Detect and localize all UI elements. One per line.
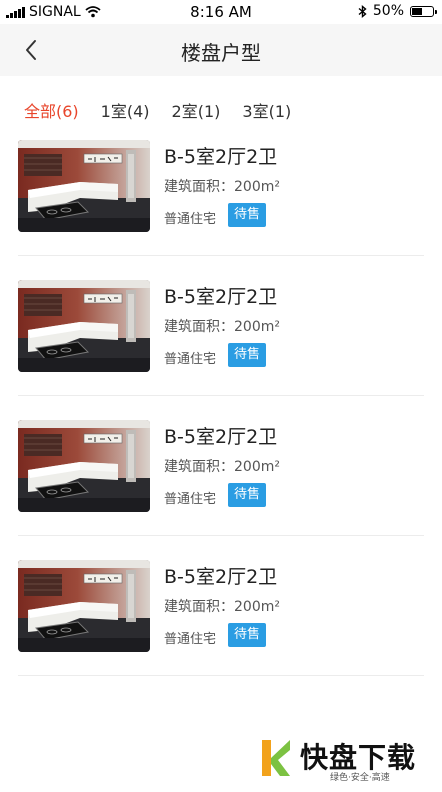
listing-title: B-5室2厅2卫: [164, 426, 278, 448]
list-item[interactable]: B-5室2厅2卫 建筑面积：200m² 普通住宅 待售: [18, 140, 424, 256]
listing-area: 建筑面积：200m²: [164, 599, 280, 615]
battery-percent: 50%: [372, 3, 404, 19]
listing-area: 建筑面积：200m²: [164, 459, 280, 475]
bluetooth-icon: [358, 4, 367, 18]
floorplan-list: B-5室2厅2卫 建筑面积：200m² 普通住宅 待售 B-5室2厅2卫 建筑面…: [0, 140, 442, 700]
listing-title: B-5室2厅2卫: [164, 146, 278, 168]
status-right: 50%: [358, 3, 437, 19]
status-badge[interactable]: 待售: [228, 343, 267, 367]
nav-bar: 楼盘户型: [0, 24, 442, 76]
list-item[interactable]: B-5室2厅2卫 建筑面积：200m² 普通住宅 待售: [18, 280, 424, 396]
listing-title: B-5室2厅2卫: [164, 286, 278, 308]
tab-all[interactable]: 全部(6): [24, 98, 79, 122]
page-title: 楼盘户型: [181, 41, 261, 65]
listing-type: 普通住宅: [164, 492, 217, 507]
list-item[interactable]: B-5室2厅2卫 建筑面积：200m² 普通住宅 待售: [18, 560, 424, 676]
tab-2-room[interactable]: 2室(1): [172, 98, 221, 122]
listing-type: 普通住宅: [164, 352, 217, 367]
watermark-logo: 快盘下载 绿色·安全·高速: [260, 736, 436, 784]
listing-area: 建筑面积：200m²: [164, 319, 280, 335]
floorplan-thumbnail[interactable]: [18, 420, 150, 512]
k-logo-icon: [262, 740, 290, 776]
battery-fill: [412, 7, 422, 15]
status-badge[interactable]: 待售: [228, 203, 267, 227]
battery-icon: [410, 5, 437, 17]
status-bar: SIGNAL 8:16 AM 50%: [0, 0, 442, 24]
listing-area: 建筑面积：200m²: [164, 179, 280, 195]
tab-1-room[interactable]: 1室(4): [101, 98, 150, 122]
status-badge[interactable]: 待售: [228, 623, 267, 647]
filter-tabs: 全部(6) 1室(4) 2室(1) 3室(1): [24, 98, 291, 122]
floorplan-thumbnail[interactable]: [18, 140, 150, 232]
listing-type: 普通住宅: [164, 212, 217, 227]
floorplan-thumbnail[interactable]: [18, 560, 150, 652]
listing-type: 普通住宅: [164, 632, 217, 647]
listing-title: B-5室2厅2卫: [164, 566, 278, 588]
floorplan-thumbnail[interactable]: [18, 280, 150, 372]
watermark-subtitle: 绿色·安全·高速: [330, 773, 390, 783]
status-badge[interactable]: 待售: [228, 483, 267, 507]
tab-3-room[interactable]: 3室(1): [242, 98, 291, 122]
list-item[interactable]: B-5室2厅2卫 建筑面积：200m² 普通住宅 待售: [18, 420, 424, 536]
